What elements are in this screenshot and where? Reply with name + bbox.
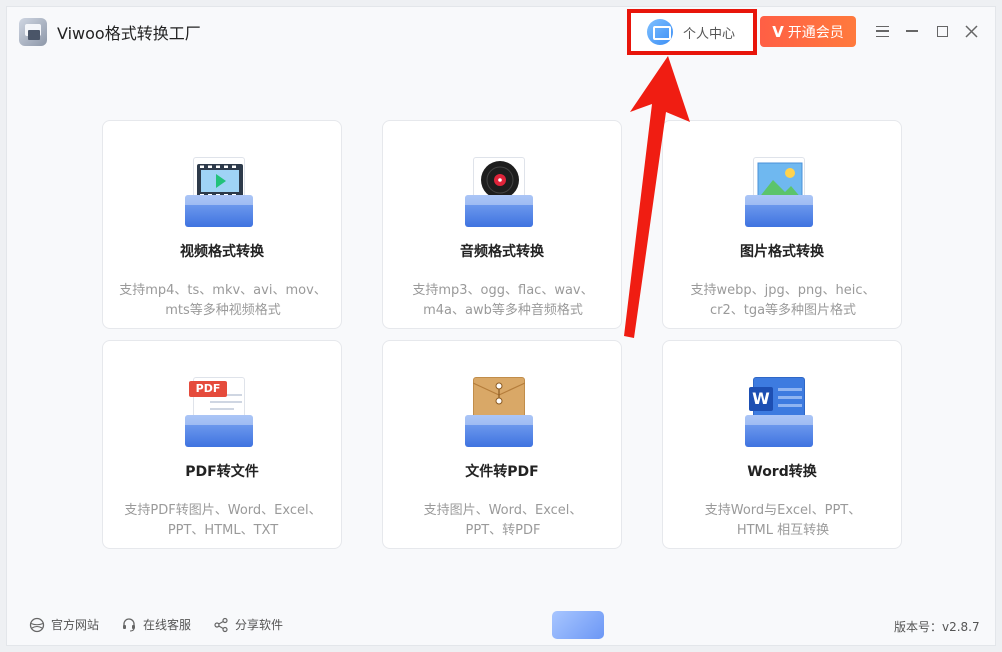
minimize-icon[interactable] bbox=[902, 21, 922, 41]
card-title: 视频格式转换 bbox=[180, 244, 264, 260]
image-file-icon bbox=[745, 155, 815, 227]
word-file-icon: W bbox=[745, 375, 815, 447]
card-description: 支持PDF转图片、Word、Excel、 PPT、HTML、TXT bbox=[124, 503, 322, 538]
card-title: PDF转文件 bbox=[185, 464, 259, 480]
card-file-to-pdf[interactable]: 文件转PDF 支持图片、Word、Excel、 PPT、转PDF bbox=[382, 340, 622, 549]
pdf-file-icon: PDF bbox=[185, 375, 255, 447]
card-image-convert[interactable]: 图片格式转换 支持webp、jpg、png、heic、 cr2、tga等多种图片… bbox=[662, 120, 902, 329]
app-logo-icon bbox=[19, 18, 47, 46]
close-icon[interactable] bbox=[961, 21, 981, 41]
title-bar: Viwoo格式转换工厂 个人中心 V 开通会员 bbox=[7, 7, 995, 57]
card-title: Word转换 bbox=[747, 464, 817, 480]
word-badge: W bbox=[749, 387, 773, 411]
card-word-convert[interactable]: W Word转换 支持Word与Excel、PPT、 HTML 相互转换 bbox=[662, 340, 902, 549]
card-description: 支持图片、Word、Excel、 PPT、转PDF bbox=[423, 503, 583, 538]
app-title: Viwoo格式转换工厂 bbox=[57, 24, 201, 43]
card-description: 支持Word与Excel、PPT、 HTML 相互转换 bbox=[704, 503, 862, 538]
vip-v-icon: V bbox=[772, 22, 784, 41]
website-label: 官方网站 bbox=[51, 618, 100, 632]
maximize-icon[interactable] bbox=[932, 21, 952, 41]
card-title: 图片格式转换 bbox=[740, 244, 824, 260]
version-label: 版本号：v2.8.7 bbox=[894, 620, 980, 634]
app-window: Viwoo格式转换工厂 个人中心 V 开通会员 视频格式转换 支持mp4、ts、… bbox=[6, 6, 996, 646]
card-pdf-to-file[interactable]: PDF PDF转文件 支持PDF转图片、Word、Excel、 PPT、HTML… bbox=[102, 340, 342, 549]
card-title: 音频格式转换 bbox=[460, 244, 544, 260]
card-audio-convert[interactable]: 音频格式转换 支持mp3、ogg、flac、wav、 m4a、awb等多种音频格… bbox=[382, 120, 622, 329]
share-software-link[interactable]: 分享软件 bbox=[213, 616, 283, 633]
official-website-link[interactable]: 官方网站 bbox=[29, 616, 99, 633]
personal-center-label: 个人中心 bbox=[683, 26, 736, 42]
card-title: 文件转PDF bbox=[465, 464, 539, 480]
card-video-convert[interactable]: 视频格式转换 支持mp4、ts、mkv、avi、mov、 mts等多种视频格式 bbox=[102, 120, 342, 329]
card-description: 支持webp、jpg、png、heic、 cr2、tga等多种图片格式 bbox=[690, 283, 876, 318]
video-file-icon bbox=[185, 155, 255, 227]
vip-label: 开通会员 bbox=[787, 24, 844, 41]
menu-icon[interactable] bbox=[872, 21, 892, 41]
globe-icon bbox=[29, 617, 45, 632]
pdf-badge: PDF bbox=[189, 381, 227, 397]
card-description: 支持mp3、ogg、flac、wav、 m4a、awb等多种音频格式 bbox=[412, 283, 594, 318]
brand-logo-icon bbox=[552, 611, 604, 639]
personal-center-button[interactable]: 个人中心 bbox=[627, 9, 757, 55]
headset-icon bbox=[123, 617, 135, 632]
support-label: 在线客服 bbox=[143, 618, 192, 632]
monitor-icon bbox=[647, 19, 673, 45]
audio-disc-icon bbox=[465, 155, 535, 227]
share-label: 分享软件 bbox=[235, 618, 284, 632]
share-icon bbox=[214, 617, 228, 632]
card-description: 支持mp4、ts、mkv、avi、mov、 mts等多种视频格式 bbox=[119, 283, 327, 318]
vip-button[interactable]: V 开通会员 bbox=[760, 16, 856, 47]
online-support-link[interactable]: 在线客服 bbox=[121, 616, 191, 633]
envelope-file-icon bbox=[465, 375, 535, 447]
